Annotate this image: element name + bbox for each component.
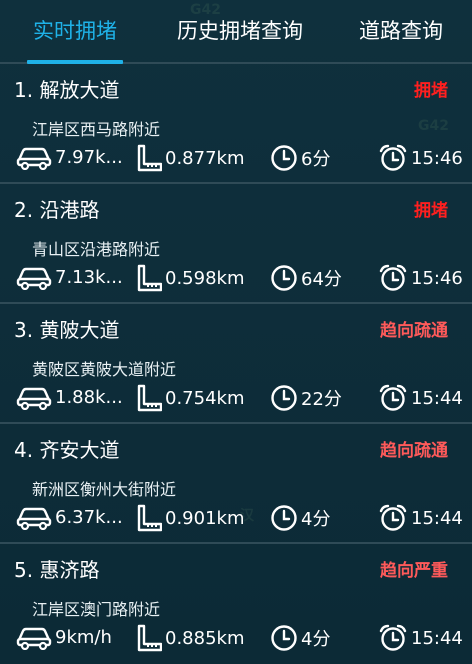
tab-bar: 实时拥堵 历史拥堵查询 道路查询 xyxy=(0,0,472,64)
ruler-icon xyxy=(136,144,162,172)
time-value: 15:44 xyxy=(411,387,463,409)
speed-metric: 1.88k... xyxy=(16,384,123,410)
car-icon xyxy=(16,624,52,650)
ruler-icon xyxy=(136,384,162,412)
road-location: 新洲区衡州大街附近 xyxy=(32,480,177,499)
length-value: 0.877km xyxy=(165,147,245,169)
tab-history-congestion-query[interactable]: 历史拥堵查询 xyxy=(150,0,330,62)
congestion-status-badge: 趋向严重 xyxy=(380,561,448,581)
clock-icon xyxy=(270,144,298,172)
metrics-row: 7.13k... 0.598km 64分 15:46 xyxy=(0,264,472,296)
metrics-row: 1.88k... 0.754km 22分 15:44 xyxy=(0,384,472,416)
congestion-status-badge: 拥堵 xyxy=(414,201,448,221)
duration-metric: 64分 xyxy=(270,264,342,292)
congestion-status-badge: 趋向疏通 xyxy=(380,441,448,461)
road-name: 3. 黄陂大道 xyxy=(14,318,120,342)
time-value: 15:46 xyxy=(411,147,463,169)
road-name: 2. 沿港路 xyxy=(14,198,100,222)
length-value: 0.901km xyxy=(165,507,245,529)
road-location: 江岸区澳门路附近 xyxy=(32,600,161,619)
ruler-icon xyxy=(136,504,162,532)
road-name: 1. 解放大道 xyxy=(14,78,120,102)
road-location: 江岸区西马路附近 xyxy=(32,120,161,139)
time-metric: 15:44 xyxy=(378,504,463,532)
duration-metric: 4分 xyxy=(270,504,330,532)
length-value: 0.598km xyxy=(165,267,245,289)
alarm-clock-icon xyxy=(378,384,408,412)
clock-icon xyxy=(270,624,298,652)
road-name: 4. 齐安大道 xyxy=(14,438,120,462)
length-value: 0.885km xyxy=(165,627,245,649)
speed-value: 1.88k... xyxy=(55,386,123,408)
metrics-row: 9km/h 0.885km 4分 15:44 xyxy=(0,624,472,656)
duration-value: 4分 xyxy=(301,629,331,650)
speed-metric: 9km/h xyxy=(16,624,112,650)
speed-value: 7.13k... xyxy=(55,266,123,288)
alarm-clock-icon xyxy=(378,264,408,292)
road-name: 5. 惠济路 xyxy=(14,558,100,582)
length-metric: 0.598km xyxy=(136,264,245,292)
length-metric: 0.754km xyxy=(136,384,245,412)
tab-road-query[interactable]: 道路查询 xyxy=(330,0,472,62)
congestion-list: 1. 解放大道 拥堵 江岸区西马路附近 7.97k... 0.877km 6分 … xyxy=(0,64,472,664)
clock-icon xyxy=(270,504,298,532)
congestion-status-badge: 趋向疏通 xyxy=(380,321,448,341)
congestion-list-item[interactable]: 5. 惠济路 趋向严重 江岸区澳门路附近 9km/h 0.885km 4分 15… xyxy=(0,544,472,664)
time-value: 15:44 xyxy=(411,507,463,529)
congestion-list-item[interactable]: 1. 解放大道 拥堵 江岸区西马路附近 7.97k... 0.877km 6分 … xyxy=(0,64,472,184)
duration-metric: 22分 xyxy=(270,384,342,412)
congestion-list-item[interactable]: 2. 沿港路 拥堵 青山区沿港路附近 7.13k... 0.598km 64分 … xyxy=(0,184,472,304)
duration-value: 22分 xyxy=(301,389,342,410)
duration-metric: 6分 xyxy=(270,144,330,172)
speed-value: 6.37k... xyxy=(55,506,123,528)
congestion-status-badge: 拥堵 xyxy=(414,81,448,101)
road-location: 青山区沿港路附近 xyxy=(32,240,161,259)
car-icon xyxy=(16,504,52,530)
speed-metric: 7.13k... xyxy=(16,264,123,290)
length-value: 0.754km xyxy=(165,387,245,409)
ruler-icon xyxy=(136,264,162,292)
time-metric: 15:46 xyxy=(378,264,463,292)
clock-icon xyxy=(270,264,298,292)
length-metric: 0.901km xyxy=(136,504,245,532)
congestion-list-item[interactable]: 3. 黄陂大道 趋向疏通 黄陂区黄陂大道附近 1.88k... 0.754km … xyxy=(0,304,472,424)
length-metric: 0.877km xyxy=(136,144,245,172)
duration-value: 6分 xyxy=(301,149,331,170)
road-location: 黄陂区黄陂大道附近 xyxy=(32,360,177,379)
speed-value: 9km/h xyxy=(55,626,112,648)
alarm-clock-icon xyxy=(378,624,408,652)
time-metric: 15:44 xyxy=(378,624,463,652)
time-value: 15:44 xyxy=(411,627,463,649)
alarm-clock-icon xyxy=(378,144,408,172)
length-metric: 0.885km xyxy=(136,624,245,652)
ruler-icon xyxy=(136,624,162,652)
time-metric: 15:46 xyxy=(378,144,463,172)
duration-value: 64分 xyxy=(301,269,342,290)
metrics-row: 6.37k... 0.901km 4分 15:44 xyxy=(0,504,472,536)
speed-value: 7.97k... xyxy=(55,146,123,168)
alarm-clock-icon xyxy=(378,504,408,532)
duration-value: 4分 xyxy=(301,509,331,530)
speed-metric: 7.97k... xyxy=(16,144,123,170)
car-icon xyxy=(16,384,52,410)
congestion-list-item[interactable]: 4. 齐安大道 趋向疏通 新洲区衡州大街附近 6.37k... 0.901km … xyxy=(0,424,472,544)
tab-realtime-congestion[interactable]: 实时拥堵 xyxy=(0,0,150,64)
clock-icon xyxy=(270,384,298,412)
car-icon xyxy=(16,144,52,170)
duration-metric: 4分 xyxy=(270,624,330,652)
congestion-panel: G42 G42 汉 实时拥堵 历史拥堵查询 道路查询 1. 解放大道 拥堵 江岸… xyxy=(0,0,472,664)
metrics-row: 7.97k... 0.877km 6分 15:46 xyxy=(0,144,472,176)
speed-metric: 6.37k... xyxy=(16,504,123,530)
car-icon xyxy=(16,264,52,290)
time-metric: 15:44 xyxy=(378,384,463,412)
time-value: 15:46 xyxy=(411,267,463,289)
